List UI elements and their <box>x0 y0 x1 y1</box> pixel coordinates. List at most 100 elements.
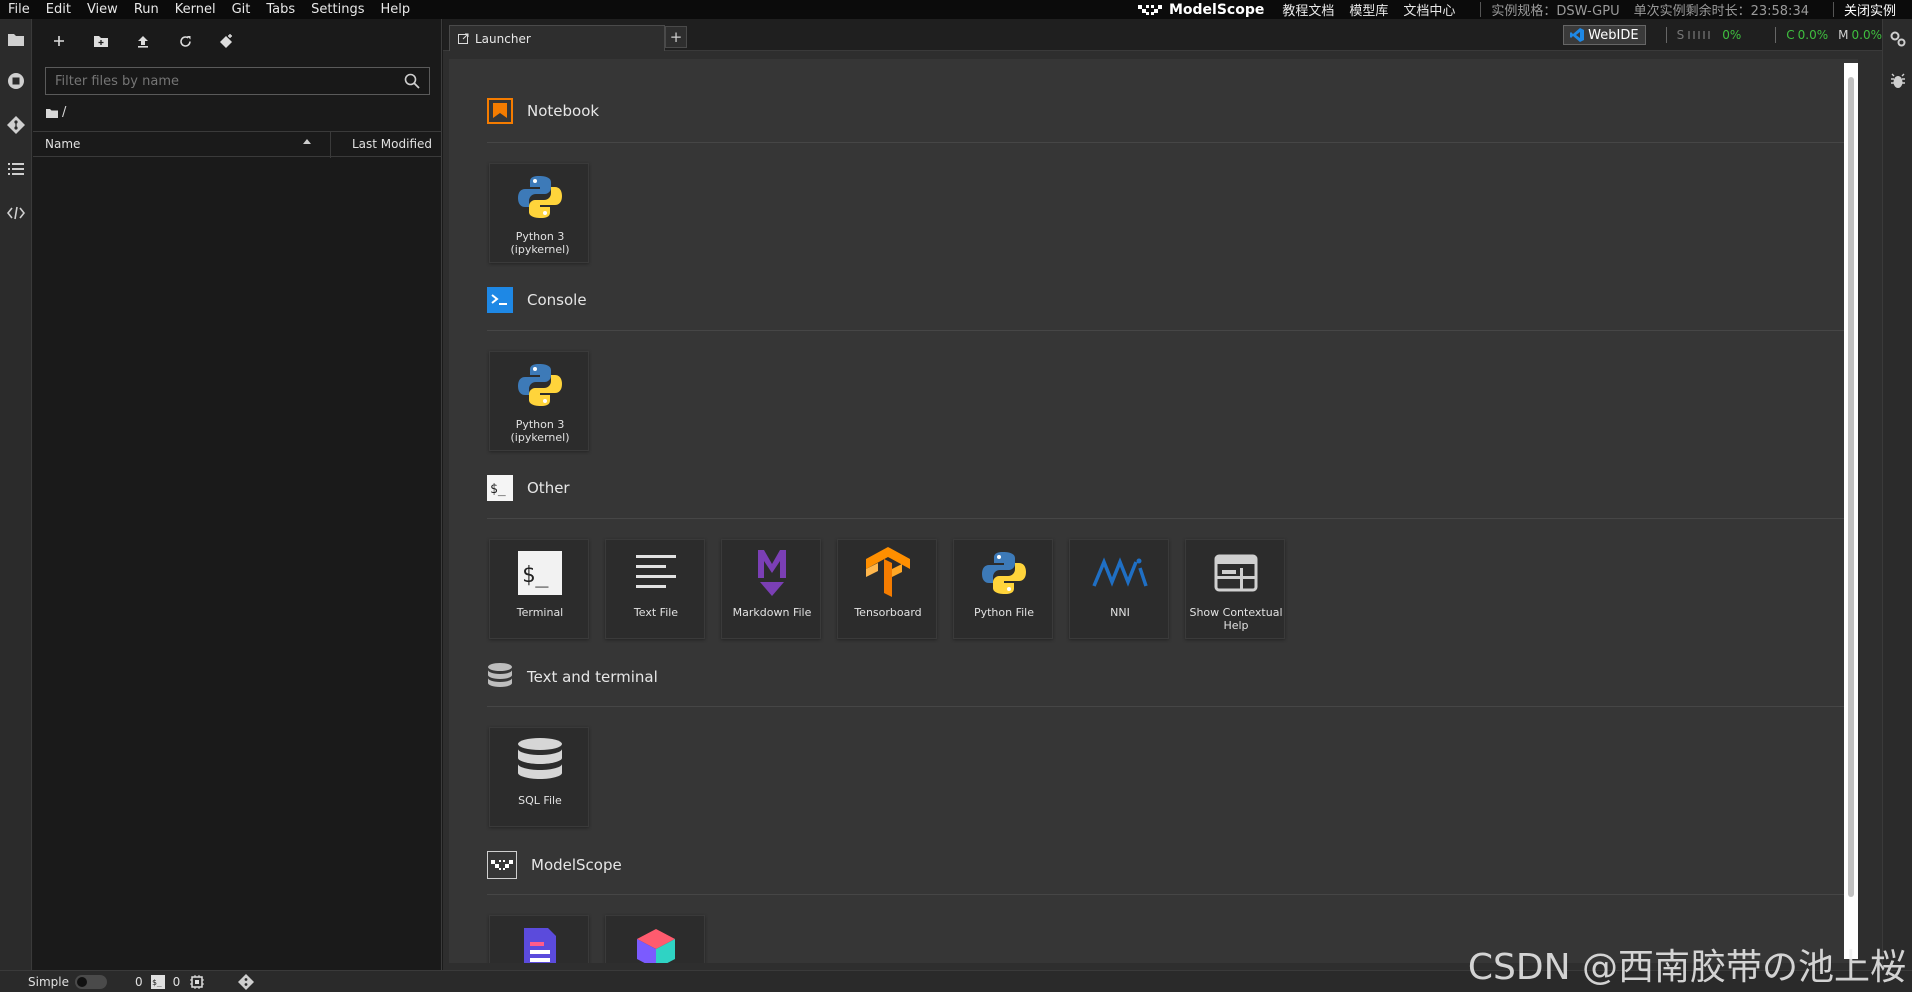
card-python-file[interactable]: Python File <box>953 539 1053 639</box>
link-doc-center[interactable]: 文档中心 <box>1403 0 1455 19</box>
debugger-tab[interactable] <box>1883 61 1912 101</box>
nni-icon <box>1092 557 1148 587</box>
scrollbar-thumb[interactable] <box>1848 77 1854 897</box>
section-divider <box>487 894 1847 895</box>
card-label: Tensorboard <box>854 606 922 619</box>
card-text-file[interactable]: Text File <box>605 539 705 639</box>
section-notebook-title: Notebook <box>527 102 600 120</box>
cube-icon <box>637 929 675 963</box>
card-tensorboard[interactable]: Tensorboard <box>837 539 937 639</box>
running-sessions-tab[interactable] <box>0 61 32 101</box>
bug-icon <box>1891 73 1905 88</box>
card-show-contextual-help[interactable]: Show Contextual Help <box>1185 539 1285 639</box>
menu-file[interactable]: File <box>0 0 38 19</box>
filter-files-input[interactable] <box>45 67 430 95</box>
stop-circle-icon <box>8 73 24 89</box>
column-divider[interactable] <box>330 132 331 158</box>
section-divider <box>487 706 1847 707</box>
kernels-count[interactable]: 0 <box>135 975 143 989</box>
git-tab[interactable] <box>0 105 32 145</box>
card-console-python3[interactable]: Python 3 (ipykernel) <box>489 351 589 451</box>
card-nni[interactable]: NNI <box>1069 539 1169 639</box>
search-icon <box>404 73 420 89</box>
menu-edit[interactable]: Edit <box>38 0 79 19</box>
section-text-and-terminal: Text and terminal <box>487 663 658 691</box>
gears-icon <box>1890 31 1906 47</box>
terminal-status-icon[interactable]: $_ <box>150 974 165 989</box>
card-modelscope-model[interactable] <box>605 915 705 963</box>
folder-icon <box>8 34 24 46</box>
brand-name: ModelScope <box>1168 1 1265 18</box>
console-icon <box>487 287 513 313</box>
upload-button[interactable] <box>133 31 153 51</box>
card-notebook-python3[interactable]: Python 3 (ipykernel) <box>489 163 589 263</box>
sort-ascending-icon <box>303 139 311 144</box>
card-label: Markdown File <box>732 606 812 619</box>
breadcrumb: / <box>46 105 66 120</box>
column-last-modified[interactable]: Last Modified <box>352 137 432 151</box>
folder-icon[interactable] <box>46 108 58 118</box>
file-browser-tab[interactable] <box>0 19 32 59</box>
right-sidebar <box>1882 19 1912 970</box>
file-browser-panel: / Name Last Modified <box>33 19 442 970</box>
code-icon <box>7 206 25 220</box>
property-inspector-tab[interactable] <box>1883 19 1912 59</box>
instance-spec-label: 实例规格：DSW-GPU <box>1491 4 1620 19</box>
modelscope-icon <box>487 851 517 879</box>
tab-launcher[interactable]: Launcher <box>449 25 665 51</box>
link-model-library[interactable]: 模型库 <box>1349 0 1388 19</box>
new-launcher-button[interactable] <box>49 31 69 51</box>
git-clone-button[interactable] <box>217 31 237 51</box>
main-dock-area: Launcher + WebIDE S 0% C 0.0% M 0.0% Not… <box>443 19 1882 970</box>
section-divider <box>487 330 1847 331</box>
section-other: $_ Other <box>487 475 570 501</box>
python-icon <box>518 364 562 406</box>
simple-mode-label: Simple <box>28 974 69 989</box>
section-text-and-terminal-title: Text and terminal <box>527 668 658 686</box>
new-folder-button[interactable] <box>91 31 111 51</box>
card-label: Terminal <box>516 606 564 619</box>
tab-bar: Launcher + WebIDE S 0% C 0.0% M 0.0% <box>443 19 1882 51</box>
card-label: Python 3 (ipykernel) <box>510 418 570 444</box>
link-tutorial-docs[interactable]: 教程文档 <box>1282 0 1334 19</box>
svg-text:$_: $_ <box>490 482 506 497</box>
menu-settings[interactable]: Settings <box>303 0 372 19</box>
kernel-status-icon[interactable] <box>190 974 205 989</box>
card-terminal[interactable]: $_ Terminal <box>489 539 589 639</box>
list-icon <box>8 163 24 175</box>
card-modelscope-doc[interactable] <box>489 915 589 963</box>
breadcrumb-root[interactable]: / <box>62 105 66 120</box>
simple-mode-toggle[interactable] <box>74 974 107 989</box>
section-other-title: Other <box>527 479 570 497</box>
python-icon <box>518 176 562 218</box>
table-of-contents-tab[interactable] <box>0 149 32 189</box>
menu-tabs[interactable]: Tabs <box>258 0 303 19</box>
new-tab-button[interactable]: + <box>665 26 687 48</box>
refresh-icon <box>179 35 191 47</box>
column-name[interactable]: Name <box>45 137 80 151</box>
launcher-scrollbar[interactable] <box>1844 63 1858 959</box>
menu-git[interactable]: Git <box>224 0 259 19</box>
new-folder-icon <box>94 36 108 47</box>
database-icon <box>518 738 562 779</box>
git-status-icon[interactable] <box>238 973 255 990</box>
card-sql-file[interactable]: SQL File <box>489 727 589 827</box>
terminals-count[interactable]: 0 <box>173 975 181 989</box>
modelscope-brand[interactable]: ModelScope <box>1137 2 1264 18</box>
svg-text:$_: $_ <box>152 978 162 987</box>
database-icon <box>488 663 512 687</box>
tab-launcher-label: Launcher <box>475 31 531 46</box>
menu-help[interactable]: Help <box>373 0 419 19</box>
code-snippets-tab[interactable] <box>0 193 32 233</box>
section-modelscope-title: ModelScope <box>531 856 622 874</box>
upload-icon <box>138 35 148 48</box>
file-list-header: Name Last Modified <box>33 131 442 158</box>
menu-kernel[interactable]: Kernel <box>167 0 224 19</box>
card-markdown-file[interactable]: Markdown File <box>721 539 821 639</box>
menu-run[interactable]: Run <box>126 0 167 19</box>
refresh-button[interactable] <box>175 31 195 51</box>
webide-button[interactable]: WebIDE <box>1563 25 1646 45</box>
menu-view[interactable]: View <box>79 0 126 19</box>
section-console-title: Console <box>527 291 587 309</box>
close-instance-button[interactable]: 关闭实例 <box>1844 0 1896 19</box>
